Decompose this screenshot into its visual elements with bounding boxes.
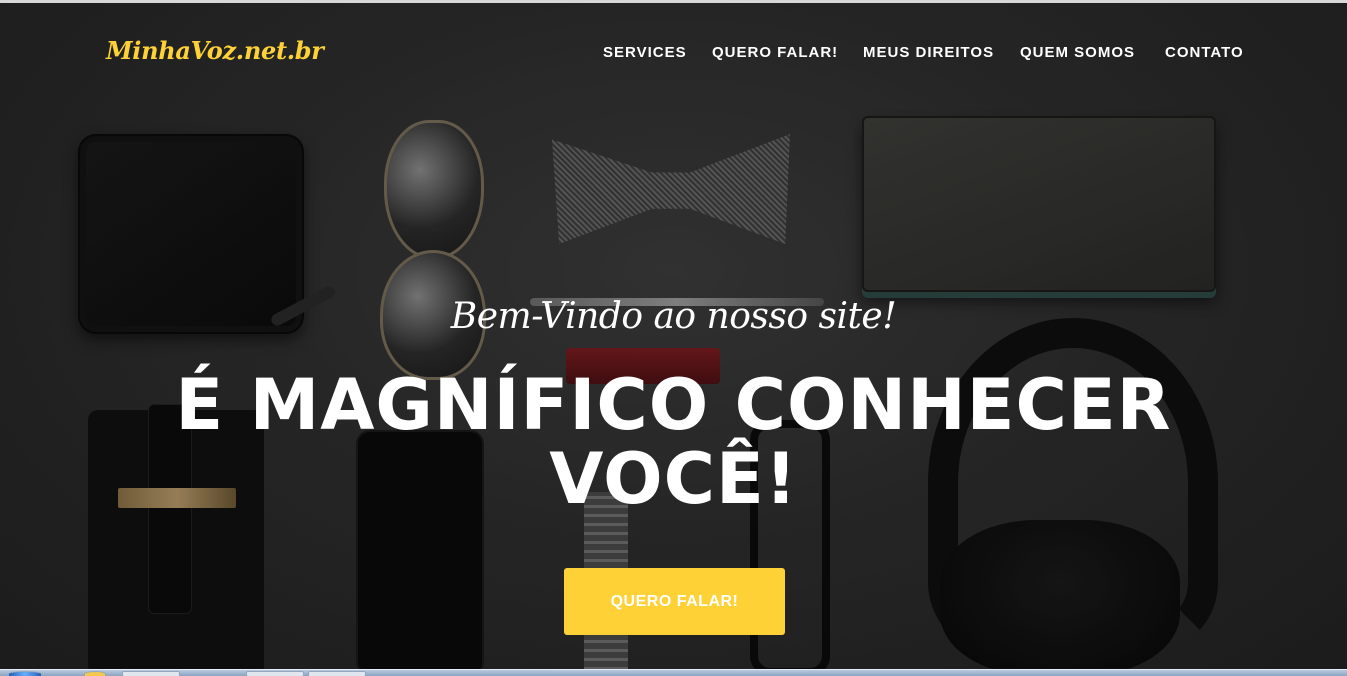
taskbar-app-icon[interactable] [84, 671, 106, 676]
os-taskbar [0, 669, 1347, 676]
nav-item-meus-direitos[interactable]: MEUS DIREITOS [863, 44, 994, 61]
browser-edge [0, 0, 1347, 3]
quero-falar-button[interactable]: QUERO FALAR! [564, 568, 785, 635]
nav-item-quem-somos[interactable]: QUEM SOMOS [1020, 44, 1135, 61]
taskbar-window-button[interactable] [122, 671, 180, 676]
nav-item-services[interactable]: SERVICES [603, 44, 687, 61]
nav-item-contato[interactable]: CONTATO [1165, 44, 1244, 61]
taskbar-window-button[interactable] [246, 671, 304, 676]
intro-heading-line: VOCÊ! [549, 438, 798, 520]
nav-item-quero-falar[interactable]: QUERO FALAR! [712, 44, 838, 61]
intro-lead-in: Bem-Vindo ao nosso site! [450, 296, 897, 337]
intro-heading-line: É MAGNÍFICO CONHECER [175, 364, 1172, 446]
main-nav: SERVICES QUERO FALAR! MEUS DIREITOS QUEM… [0, 44, 1347, 64]
taskbar-window-button[interactable] [308, 671, 366, 676]
intro-heading: É MAGNÍFICO CONHECER VOCÊ! [0, 368, 1347, 516]
start-button-icon[interactable] [8, 671, 42, 676]
